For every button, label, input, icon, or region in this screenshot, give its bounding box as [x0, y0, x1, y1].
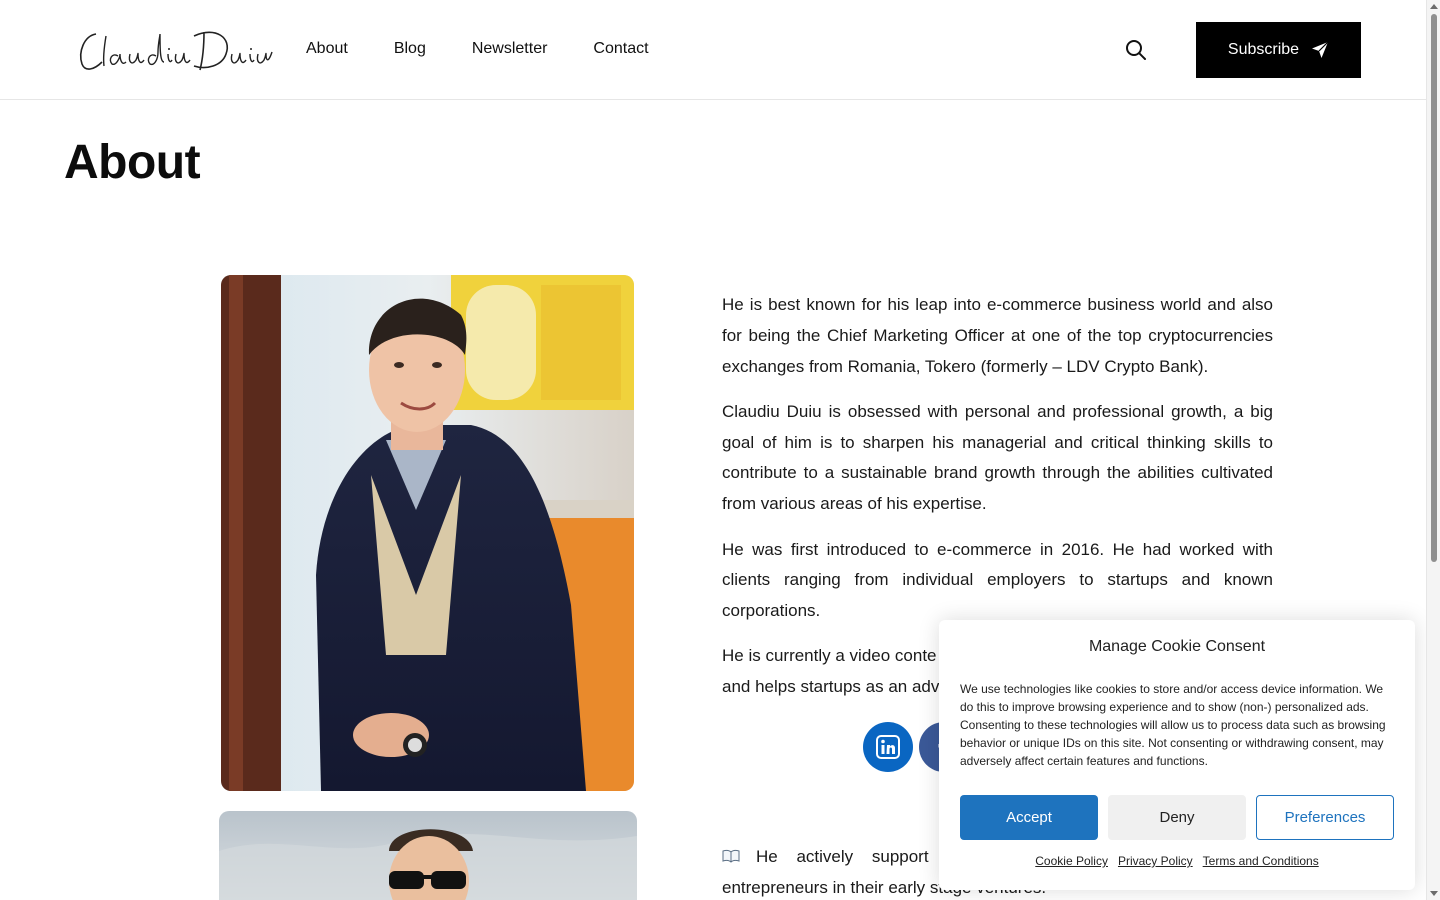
nav-about[interactable]: About [306, 38, 348, 60]
page-title: About [64, 136, 201, 189]
scroll-down-arrow[interactable] [1430, 891, 1438, 896]
main-nav: About Blog Newsletter Contact [306, 38, 695, 60]
cookie-policy-link[interactable]: Cookie Policy [1035, 854, 1108, 868]
nav-blog[interactable]: Blog [394, 38, 426, 60]
site-logo[interactable] [76, 22, 276, 78]
terms-link[interactable]: Terms and Conditions [1203, 854, 1319, 868]
search-icon[interactable] [1124, 38, 1148, 62]
accept-button[interactable]: Accept [960, 795, 1098, 840]
paragraph-2: Claudiu Duiu is obsessed with personal a… [722, 401, 1273, 514]
cookie-links: Cookie Policy Privacy Policy Terms and C… [939, 854, 1415, 868]
cookie-consent-dialog: Manage Cookie Consent We use technologie… [939, 620, 1415, 890]
preferences-button[interactable]: Preferences [1256, 795, 1394, 840]
privacy-policy-link[interactable]: Privacy Policy [1118, 854, 1193, 868]
subscribe-button[interactable]: Subscribe [1196, 22, 1361, 78]
subscribe-label: Subscribe [1227, 41, 1300, 58]
paragraph-4-line-1: He is currently a video conte [722, 646, 937, 666]
paragraph-3: He was first introduced to e-commerce in… [722, 539, 1273, 621]
site-header: About Blog Newsletter Contact Subscribe [0, 0, 1426, 100]
deny-button[interactable]: Deny [1108, 795, 1246, 840]
paragraph-1: He is best known for his leap into e-com… [722, 295, 1273, 376]
cookie-buttons: Accept Deny Preferences [960, 795, 1394, 840]
cookie-title: Manage Cookie Consent [1088, 638, 1266, 655]
page-scrollbar[interactable] [1426, 0, 1440, 900]
second-photo [219, 811, 637, 900]
nav-contact[interactable]: Contact [593, 38, 648, 60]
support-line-1: He actively support [756, 847, 929, 866]
cookie-description: We use technologies like cookies to stor… [960, 682, 1386, 768]
scroll-thumb[interactable] [1431, 14, 1437, 562]
nav-newsletter[interactable]: Newsletter [472, 38, 548, 60]
linkedin-icon[interactable] [863, 722, 913, 772]
send-icon [1312, 41, 1329, 58]
open-book-icon [722, 843, 740, 863]
profile-photo [221, 275, 634, 791]
scroll-up-arrow[interactable] [1430, 4, 1438, 9]
paragraph-4-line-2: and helps startups as an advis [722, 677, 952, 697]
